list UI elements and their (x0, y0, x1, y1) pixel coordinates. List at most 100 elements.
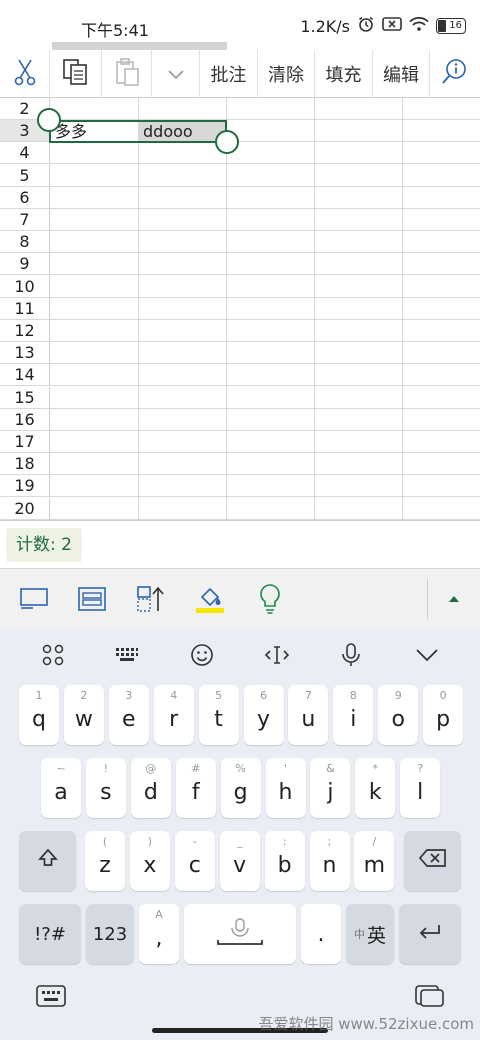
row-header[interactable]: 11 (0, 297, 50, 320)
key-label: a (54, 779, 68, 805)
more-dropdown-button[interactable] (152, 50, 200, 98)
key-r[interactable]: 4r (153, 685, 194, 745)
comma-key[interactable]: A , (139, 904, 179, 964)
spreadsheet-grid[interactable]: 20 19 18 17 16 15 14 13 12 11 10 9 8 7 6 5 4 3 2 多多 ddooo (0, 98, 480, 520)
keyboard-switch-icon[interactable] (36, 984, 66, 1012)
apps-grid-icon[interactable] (38, 640, 68, 670)
key-g[interactable]: % g (220, 758, 261, 818)
row-header[interactable]: 4 (0, 142, 50, 165)
count-badge: 计数: 2 (6, 528, 82, 562)
info-search-button[interactable] (430, 50, 480, 98)
key-p[interactable]: 0p (423, 685, 464, 745)
key-hint: ( (102, 835, 108, 848)
row-header[interactable]: 9 (0, 253, 50, 276)
row-header[interactable]: 8 (0, 231, 50, 254)
backspace-key[interactable] (404, 831, 461, 891)
keyboard-toolbar (0, 628, 480, 682)
key-o[interactable]: 9o (378, 685, 419, 745)
key-l[interactable]: ? l (400, 758, 441, 818)
cut-button[interactable] (0, 50, 50, 98)
enter-icon (417, 922, 443, 947)
enter-key[interactable] (399, 904, 461, 964)
key-b[interactable]: :b (264, 831, 305, 891)
key-f[interactable]: # f (175, 758, 216, 818)
lightbulb-icon[interactable] (254, 583, 286, 615)
row-divider (50, 274, 480, 276)
info-search-icon (440, 57, 470, 92)
comment-button[interactable]: 批注 (200, 50, 258, 98)
row-header[interactable]: 17 (0, 431, 50, 453)
key-label: s (100, 779, 112, 805)
key-label: p (436, 706, 451, 732)
clipboard-icon[interactable] (414, 984, 444, 1012)
key-hint: 5 (215, 689, 223, 702)
key-w[interactable]: 2w (63, 685, 104, 745)
key-h[interactable]: ' h (265, 758, 306, 818)
key-label: f (191, 779, 200, 805)
row-header[interactable]: 15 (0, 386, 50, 409)
key-k[interactable]: * k (355, 758, 396, 818)
language-switch-key[interactable]: 中 英 (346, 904, 394, 964)
key-hint: ' (283, 762, 288, 775)
key-x[interactable]: ) x (129, 831, 170, 891)
row-header[interactable]: 18 (0, 453, 50, 476)
key-hint: 6 (260, 689, 267, 702)
keyboard-layout-icon[interactable] (112, 640, 142, 670)
microphone-icon[interactable] (336, 640, 366, 670)
row-header[interactable]: 10 (0, 275, 50, 298)
row-header[interactable]: 12 (0, 320, 50, 342)
period-key[interactable]: . (301, 904, 341, 964)
row-divider (50, 163, 480, 165)
key-c[interactable]: -c (174, 831, 215, 891)
key-s[interactable]: ! s (85, 758, 126, 818)
sort-icon[interactable] (134, 583, 166, 615)
selection-end-handle[interactable] (215, 130, 239, 154)
column-divider (314, 98, 315, 520)
key-q[interactable]: 1q (19, 685, 59, 745)
table-style-icon[interactable] (76, 583, 108, 615)
key-label: q (32, 706, 46, 732)
language-small-label: 中 (353, 928, 365, 941)
key-a[interactable]: ~ a (41, 758, 81, 818)
edit-button[interactable]: 编辑 (373, 50, 430, 98)
screen: 下午5:41 1.2K/s 16 批注 清除 填充 编辑 20 19 18 17… (0, 0, 480, 1040)
key-j[interactable]: & j (310, 758, 351, 818)
row-header[interactable]: 14 (0, 364, 50, 387)
key-d[interactable]: @ d (130, 758, 171, 818)
key-i[interactable]: 8i (333, 685, 374, 745)
key-e[interactable]: 3e (108, 685, 149, 745)
key-u[interactable]: 7u (288, 685, 329, 745)
fill-button[interactable]: 填充 (315, 50, 373, 98)
shift-key[interactable] (19, 831, 76, 891)
numbers-key[interactable]: 123 (86, 904, 134, 964)
row-header[interactable]: 13 (0, 342, 50, 365)
space-key[interactable] (184, 904, 296, 964)
row-header[interactable]: 6 (0, 186, 50, 209)
key-n[interactable]: ; n (309, 831, 350, 891)
toolbar-scroll-indicator (52, 42, 227, 50)
row-header[interactable]: 5 (0, 164, 50, 187)
cell-format-icon[interactable] (18, 583, 50, 615)
fill-color-icon[interactable] (194, 583, 226, 615)
copy-button[interactable] (50, 50, 102, 98)
paste-button[interactable] (102, 50, 152, 98)
expand-panel-button[interactable] (438, 583, 470, 615)
cursor-move-icon[interactable] (262, 640, 292, 670)
row-header[interactable]: 19 (0, 475, 50, 498)
selection-start-handle[interactable] (37, 108, 61, 132)
key-label: w (74, 706, 93, 732)
key-hint: 8 (349, 689, 357, 702)
row-header[interactable]: 16 (0, 408, 50, 431)
key-hint: : (282, 835, 287, 848)
key-y[interactable]: 6y (243, 685, 284, 745)
key-t[interactable]: 5t (198, 685, 239, 745)
row-header[interactable]: 20 (0, 497, 50, 520)
hide-keyboard-icon[interactable] (412, 640, 442, 670)
key-v[interactable]: _ v (219, 831, 260, 891)
key-m[interactable]: / m (354, 831, 395, 891)
emoji-icon[interactable] (187, 640, 217, 670)
row-header[interactable]: 7 (0, 209, 50, 231)
symbols-key[interactable]: !?# (19, 904, 81, 964)
clear-button[interactable]: 清除 (258, 50, 315, 98)
key-z[interactable]: (z (85, 831, 125, 891)
